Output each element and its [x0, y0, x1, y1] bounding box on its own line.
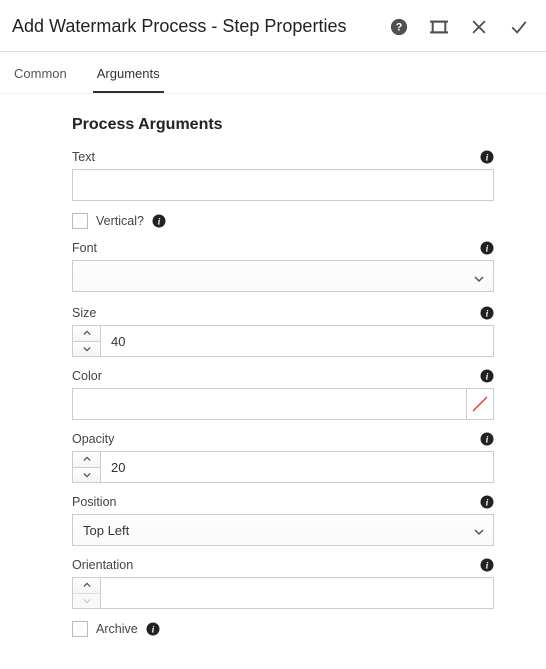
font-select[interactable]: [72, 260, 494, 292]
section-title: Process Arguments: [72, 116, 494, 134]
stepper-up-button[interactable]: [73, 578, 100, 593]
svg-text:?: ?: [396, 21, 403, 33]
opacity-stepper: [72, 451, 494, 483]
dialog: Add Watermark Process - Step Properties …: [0, 0, 546, 669]
tab-common[interactable]: Common: [10, 66, 71, 93]
text-label: Text: [72, 150, 95, 164]
dialog-header: Add Watermark Process - Step Properties …: [0, 0, 546, 51]
archive-label: Archive: [96, 622, 138, 636]
info-icon[interactable]: i: [480, 150, 494, 164]
stepper-up-button[interactable]: [73, 326, 100, 341]
vertical-checkbox[interactable]: [72, 213, 88, 229]
close-icon[interactable]: [470, 18, 488, 36]
info-icon[interactable]: i: [480, 369, 494, 383]
field-text: Text i: [72, 150, 494, 201]
stepper-up-button[interactable]: [73, 452, 100, 467]
stepper-down-button[interactable]: [73, 341, 100, 357]
tabs: Common Arguments: [0, 52, 546, 94]
info-icon[interactable]: i: [480, 241, 494, 255]
confirm-icon[interactable]: [510, 18, 528, 36]
size-label: Size: [72, 306, 96, 320]
fullscreen-icon[interactable]: [430, 18, 448, 36]
field-archive: Archive i: [72, 621, 494, 637]
field-position: Position i Top Left: [72, 495, 494, 546]
field-color: Color i: [72, 369, 494, 420]
info-icon[interactable]: i: [146, 622, 160, 636]
size-input[interactable]: [101, 326, 493, 356]
opacity-input[interactable]: [101, 452, 493, 482]
stepper-down-button: [73, 593, 100, 609]
color-picker-button[interactable]: [466, 388, 494, 420]
orientation-stepper: [72, 577, 494, 609]
size-stepper: [72, 325, 494, 357]
info-icon[interactable]: i: [480, 495, 494, 509]
text-input[interactable]: [72, 169, 494, 201]
field-size: Size i: [72, 306, 494, 357]
content: Process Arguments Text i Vertical? i Fon…: [0, 94, 546, 669]
tab-arguments[interactable]: Arguments: [93, 66, 164, 93]
help-icon[interactable]: ?: [390, 18, 408, 36]
color-input[interactable]: [72, 388, 466, 420]
info-icon[interactable]: i: [480, 558, 494, 572]
info-icon[interactable]: i: [480, 432, 494, 446]
font-label: Font: [72, 241, 97, 255]
header-icons: ?: [390, 18, 534, 36]
field-opacity: Opacity i: [72, 432, 494, 483]
position-label: Position: [72, 495, 116, 509]
color-label: Color: [72, 369, 102, 383]
info-icon[interactable]: i: [152, 214, 166, 228]
info-icon[interactable]: i: [480, 306, 494, 320]
field-orientation: Orientation i: [72, 558, 494, 609]
field-font: Font i: [72, 241, 494, 294]
orientation-label: Orientation: [72, 558, 133, 572]
archive-checkbox[interactable]: [72, 621, 88, 637]
opacity-label: Opacity: [72, 432, 114, 446]
field-vertical: Vertical? i: [72, 213, 494, 229]
vertical-label: Vertical?: [96, 214, 144, 228]
dialog-title: Add Watermark Process - Step Properties: [12, 16, 390, 37]
orientation-input[interactable]: [101, 578, 493, 608]
position-select[interactable]: Top Left: [72, 514, 494, 546]
stepper-down-button[interactable]: [73, 467, 100, 483]
